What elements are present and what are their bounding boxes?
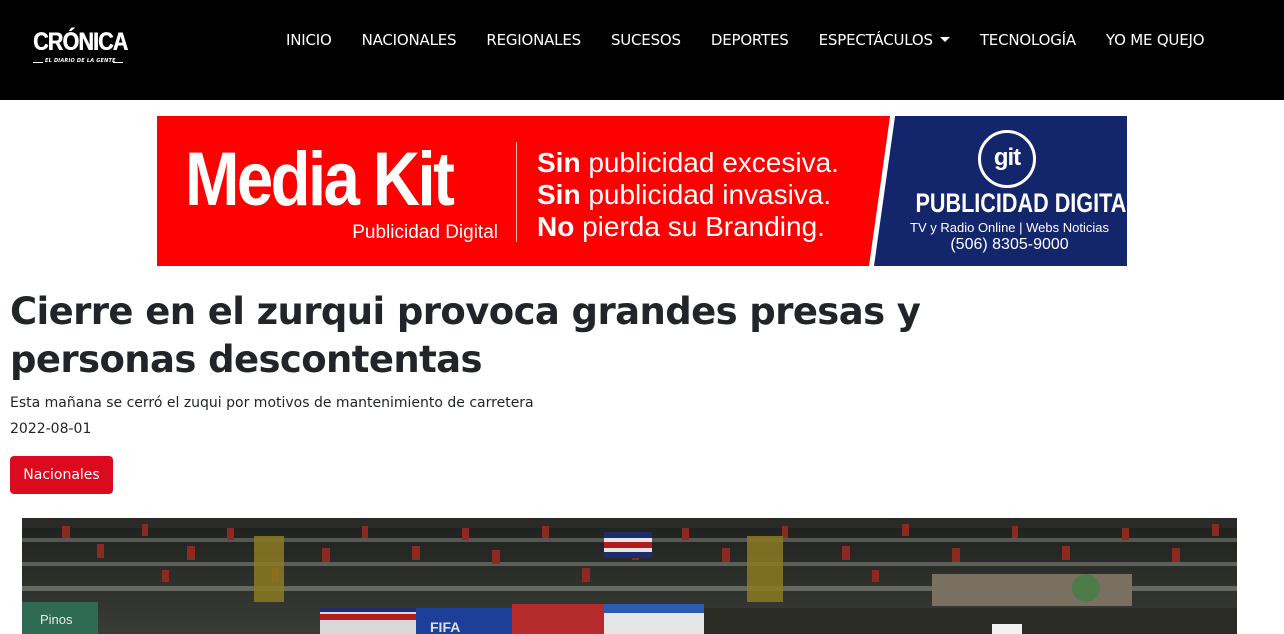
main-nav: INICIO NACIONALES REGIONALES SUCESOS DEP… (271, 28, 1219, 52)
ad-slogan-line: No pierda su Branding. (537, 211, 839, 243)
board-pinos: Pinos (40, 612, 73, 627)
site-logo[interactable]: CRÓNICA EL DIARIO DE LA GENTE (33, 27, 128, 67)
ad-slogan-text: publicidad excesiva. (580, 147, 839, 178)
stadium-photo: Pinos FIFA (22, 518, 1237, 634)
ad-services: TV y Radio Online | Webs Noticias (910, 220, 1109, 235)
nav-item-nacionales[interactable]: NACIONALES (347, 28, 472, 52)
ad-slogan-bold: Sin (537, 147, 581, 178)
nav-item-espectaculos-label: ESPECTÁCULOS (818, 31, 933, 49)
ad-slogan-line: Sin publicidad excesiva. (537, 147, 839, 179)
top-navbar: CRÓNICA EL DIARIO DE LA GENTE INICIO NAC… (0, 0, 1284, 100)
nav-item-yo-me-quejo[interactable]: YO ME QUEJO (1091, 28, 1219, 52)
article-summary: Esta mañana se cerró el zuqui por motivo… (10, 395, 534, 411)
ad-phone: (506) 8305-9000 (950, 236, 1069, 253)
ad-banner[interactable]: Media Kit Publicidad Digital Sin publici… (157, 116, 1127, 266)
article-date: 2022-08-01 (10, 421, 92, 437)
ad-slogan-text: pierda su Branding. (574, 211, 825, 242)
nav-item-inicio[interactable]: INICIO (271, 28, 347, 52)
nav-item-tecnologia[interactable]: TECNOLOGÍA (965, 28, 1091, 52)
category-button[interactable]: Nacionales (10, 456, 113, 494)
nav-item-espectaculos[interactable]: ESPECTÁCULOS (804, 28, 965, 52)
logo-rule-left (33, 62, 43, 63)
ad-slogan-bold: No (537, 211, 575, 242)
ad-slogan-line: Sin publicidad invasiva. (537, 179, 839, 211)
board-fifa: FIFA (430, 619, 460, 634)
ad-company-block: git PUBLICIDAD DIGITAL TV y Radio Online… (892, 116, 1127, 266)
article-title: Cierre en el zurqui provoca grandes pres… (10, 290, 921, 381)
ad-title: Media Kit (185, 137, 455, 222)
ad-slogan: Sin publicidad excesiva. Sin publicidad … (537, 147, 839, 243)
nav-item-sucesos[interactable]: SUCESOS (596, 28, 696, 52)
ad-company-name: PUBLICIDAD DIGITAL (915, 188, 1128, 218)
caret-down-icon (939, 37, 950, 42)
ad-slogan-text: publicidad invasiva. (580, 179, 832, 210)
git-logo: git (978, 130, 1036, 188)
nav-item-deportes[interactable]: DEPORTES (696, 28, 804, 52)
ad-slogan-bold: Sin (537, 179, 581, 210)
ad-subtitle: Publicidad Digital (352, 222, 498, 243)
ad-divider (516, 142, 517, 242)
logo-tagline: EL DIARIO DE LA GENTE (45, 58, 116, 64)
logo-wordmark: CRÓNICA (33, 28, 128, 56)
nav-item-regionales[interactable]: REGIONALES (471, 28, 596, 52)
article-hero-image: Pinos FIFA (22, 518, 1237, 634)
logo-rule-right (113, 62, 123, 63)
